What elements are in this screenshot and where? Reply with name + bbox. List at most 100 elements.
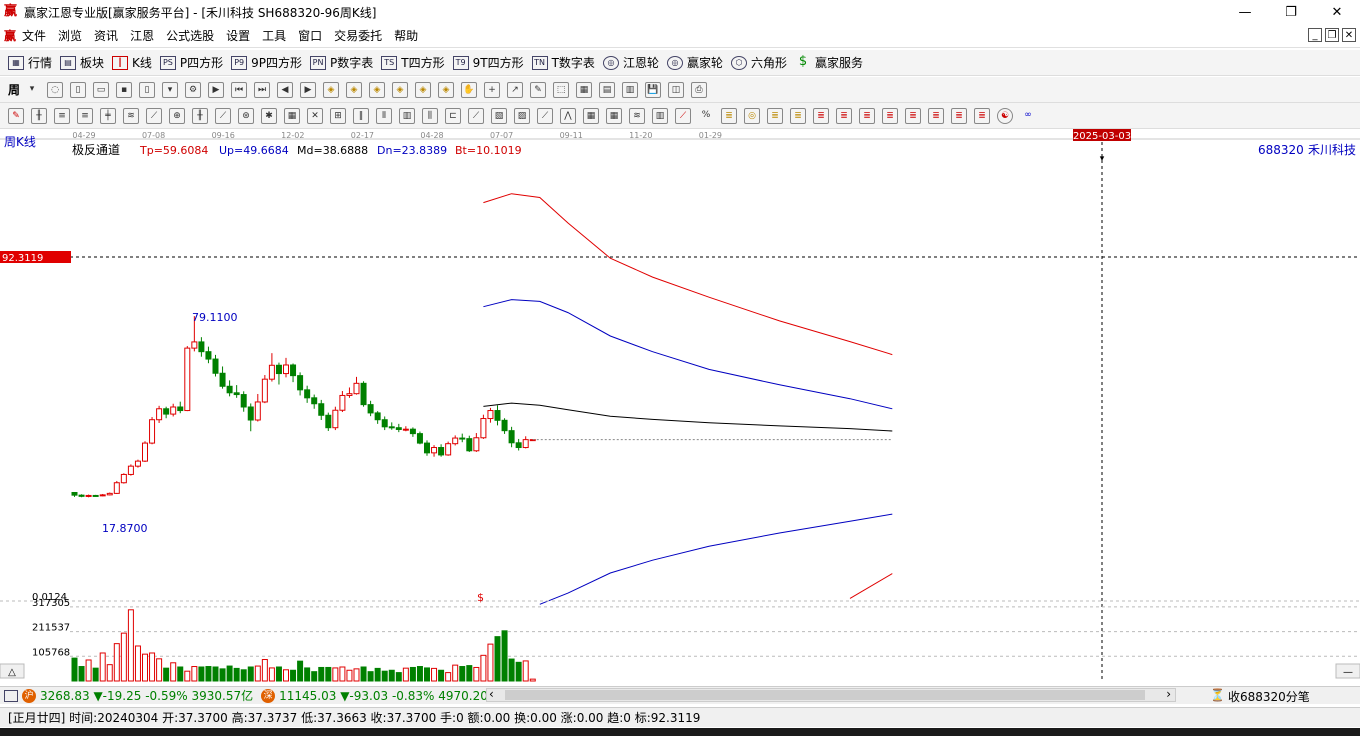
menu-gann[interactable]: 江恩 [130,27,154,44]
tick-detail-label[interactable]: 收688320分笔 [1228,688,1310,705]
menu-trade[interactable]: 交易委托 [334,27,382,44]
diamond-icon[interactable]: ◈ [438,81,455,98]
save-icon[interactable]: 💾 [645,81,662,98]
tool-icon[interactable]: ⊕ [169,107,185,124]
tool-icon[interactable]: ◎ [744,107,760,124]
grid-icon[interactable] [4,689,18,702]
tool-icon[interactable]: ✕ [307,107,323,124]
scroll-right-icon[interactable]: ▶ [300,81,317,98]
scroll-right-arrow[interactable]: › [1166,687,1171,701]
scroll-left-icon[interactable]: ◀ [277,81,294,98]
diamond-icon[interactable]: ◈ [346,81,363,98]
tool-icon[interactable]: ◫ [668,81,685,98]
tool-icon[interactable]: ╫ [31,107,47,124]
toolbar-p-square-button[interactable]: PS P四方形 [159,54,223,71]
toolbar-p-number-button[interactable]: PN P数字表 [310,54,373,71]
tool-icon[interactable]: ▨ [514,107,530,124]
mdi-restore-button[interactable]: ❐ [1325,28,1339,42]
toolbar-kline-button[interactable]: ┃ K线 [112,54,152,71]
tool-icon[interactable]: ≣ [836,107,852,124]
tool-icon[interactable]: ⊏ [445,107,461,124]
tool-icon[interactable]: ◌ [47,81,64,98]
tool-icon[interactable]: ▭ [93,81,110,98]
toolbar-winner-wheel-button[interactable]: ◎ 赢家轮 [666,54,723,71]
percent-icon[interactable]: % [698,108,714,124]
tool-icon[interactable]: ▯ [139,81,156,98]
tool-icon[interactable]: ⫼ [422,107,438,124]
first-page-icon[interactable]: ⏮ [231,81,248,98]
minimize-button[interactable]: — [1222,0,1268,24]
tool-icon[interactable]: ≡ [77,107,93,124]
close-button[interactable]: ✕ [1314,0,1360,24]
tool-icon[interactable]: ≣ [974,107,990,124]
tool-icon[interactable]: ⋀ [560,107,576,124]
tool-icon[interactable]: ≣ [813,107,829,124]
pen-icon[interactable]: ✎ [8,107,24,124]
horizontal-scrollbar[interactable]: ‹ › [486,687,1176,702]
tool-icon[interactable]: ⫴ [376,107,392,124]
tool-icon[interactable]: ≣ [721,107,737,124]
toolbar-service-button[interactable]: $ 赢家服务 [795,54,863,71]
tool-icon[interactable]: ▦ [284,107,300,124]
toolbar-hexagon-button[interactable]: ⬡ 六角形 [730,54,787,71]
menu-browse[interactable]: 浏览 [58,27,82,44]
mdi-minimize-button[interactable]: _ [1308,28,1322,42]
tool-icon[interactable]: ≡ [54,107,70,124]
diamond-icon[interactable]: ◈ [392,81,409,98]
diamond-icon[interactable]: ◈ [369,81,386,98]
menu-settings[interactable]: 设置 [226,27,250,44]
last-page-icon[interactable]: ⏭ [254,81,271,98]
tool-icon[interactable]: ╪ [100,107,116,124]
menu-formula[interactable]: 公式选股 [166,27,214,44]
tool-icon[interactable]: ⟋ [215,107,231,124]
hand-icon[interactable]: ✋ [461,81,478,98]
yinyang-icon[interactable]: ☯ [997,107,1013,124]
toolbar-9t-square-button[interactable]: T9 9T四方形 [452,54,524,71]
filter-icon[interactable]: ⏳ [1210,688,1225,702]
tool-icon[interactable]: ▪ [116,81,133,98]
tool-icon[interactable]: ▶ [208,81,225,98]
tool-icon[interactable]: ⟋ [537,107,553,124]
period-selector[interactable]: 周 [8,81,20,98]
toolbar-blocks-button[interactable]: ▤ 板块 [60,54,104,71]
tool-icon[interactable]: ≣ [767,107,783,124]
tool-icon[interactable]: ≣ [928,107,944,124]
maximize-button[interactable]: ❐ [1268,0,1314,24]
diamond-icon[interactable]: ◈ [415,81,432,98]
tool-icon[interactable]: ≋ [629,107,645,124]
tool-icon[interactable]: ▧ [491,107,507,124]
tool-icon[interactable]: ≣ [882,107,898,124]
tool-icon[interactable]: ╫ [192,107,208,124]
toolbar-gann-wheel-button[interactable]: ◎ 江恩轮 [602,54,659,71]
tool-icon[interactable]: ▦ [606,107,622,124]
kline-chart-panel[interactable]: 04-29 07-08 09-16 12-02 02-17 04-28 07-07 09-11… [0,129,1360,682]
toolbar-quotes-button[interactable]: ▦ 行情 [8,54,52,71]
tool-icon[interactable]: ⊞ [330,107,346,124]
kline-chart[interactable]: 04-29 07-08 09-16 12-02 02-17 04-28 07-07 09-11… [0,129,1360,682]
tool-icon[interactable]: ↗ [507,81,524,98]
tool-icon[interactable]: ✎ [530,81,547,98]
print-icon[interactable]: ⎙ [691,81,708,98]
tool-icon[interactable]: ≣ [790,107,806,124]
infinity-icon[interactable]: ∞ [1020,108,1036,124]
menu-window[interactable]: 窗口 [298,27,322,44]
toolbar-9p-square-button[interactable]: P9 9P四方形 [231,54,302,71]
tool-icon[interactable]: ⟋ [468,107,484,124]
tool-icon[interactable]: ⊛ [238,107,254,124]
tool-icon[interactable]: ⟋ [675,107,691,124]
chart-icon[interactable]: ▤ [599,81,616,98]
scrollbar-thumb[interactable] [505,690,1145,700]
tool-icon[interactable]: ⬚ [553,81,570,98]
crosshair-icon[interactable]: + [484,81,501,98]
menu-info[interactable]: 资讯 [94,27,118,44]
menu-tools[interactable]: 工具 [262,27,286,44]
table-icon[interactable]: ▥ [622,81,639,98]
tool-icon[interactable]: ▯ [70,81,87,98]
tool-icon[interactable]: ▦ [583,107,599,124]
menu-file[interactable]: 文件 [22,27,46,44]
toolbar-t-square-button[interactable]: TS T四方形 [381,54,445,71]
tool-icon[interactable]: ⚙ [185,81,202,98]
tool-icon[interactable]: ⟋ [146,107,162,124]
tool-icon[interactable]: ▾ [162,81,179,98]
dropdown-icon[interactable]: ▾ [24,82,40,98]
